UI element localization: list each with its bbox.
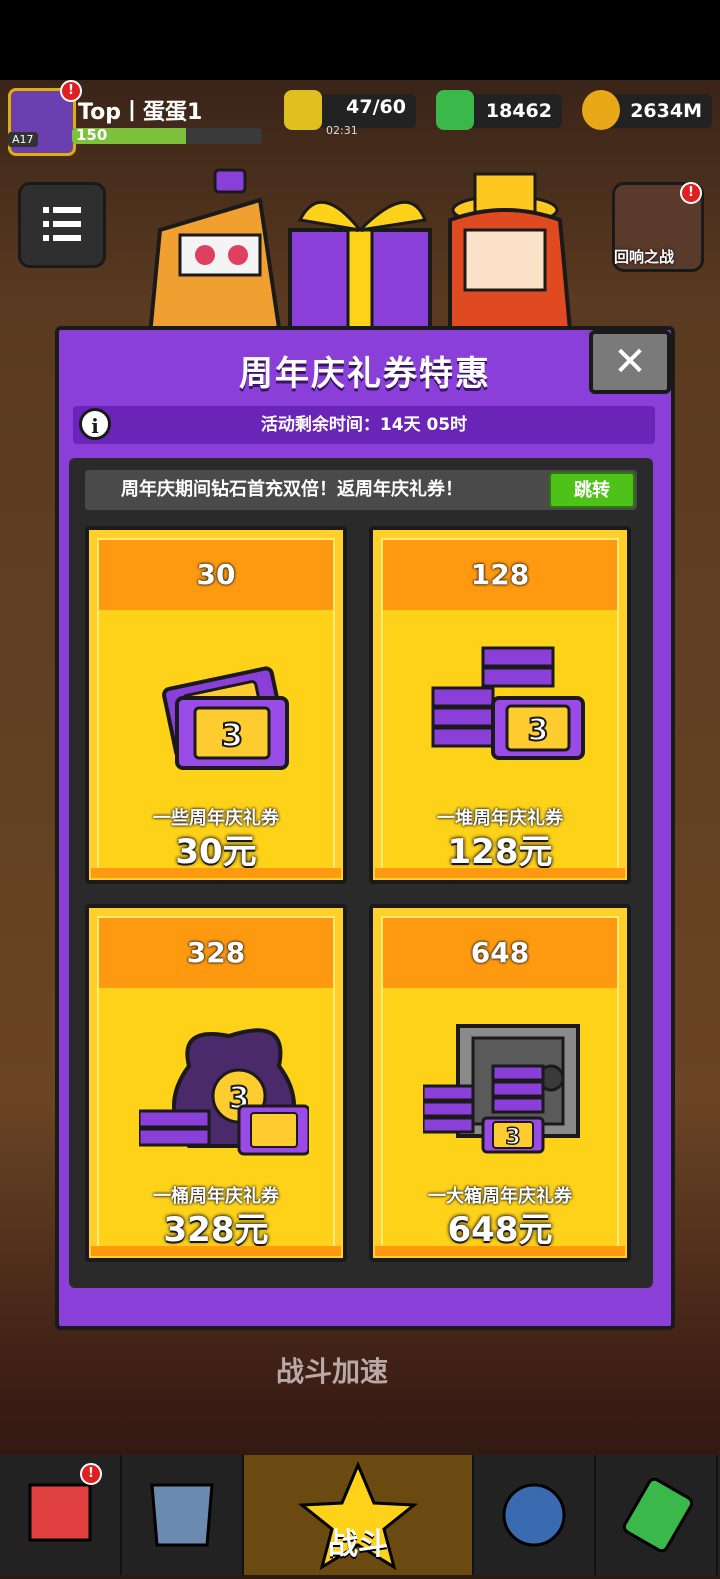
evolve-icon <box>622 1477 694 1553</box>
planet-icon <box>502 1483 566 1547</box>
gem-counter[interactable]: 18462 <box>436 90 562 130</box>
promo-banner: 周年庆期间钻石首充双倍！返周年庆礼券！ 跳转 <box>85 470 637 510</box>
svg-text:3: 3 <box>528 713 549 748</box>
nav-battle-label: 战斗 <box>328 1527 388 1562</box>
shop-icon <box>28 1483 92 1542</box>
card-price: 30元 <box>175 832 257 872</box>
jump-button[interactable]: 跳转 <box>549 472 635 508</box>
top-hud: A17 ! Top丨蛋蛋1 150 47/60 02:31 18462 2634… <box>0 80 720 156</box>
player-level-badge: A17 <box>8 132 38 147</box>
energy-value: 47/60 <box>346 96 406 118</box>
card-price: 648元 <box>447 1210 553 1250</box>
menu-list-icon <box>43 207 81 241</box>
card-amount: 328 <box>99 918 333 988</box>
coupon-offer-dialog: 周年庆礼券特惠 ✕ i 活动剩余时间：14天 05时 周年庆期间钻石首充双倍！返… <box>55 326 675 1330</box>
event-characters-art <box>147 168 573 335</box>
gold-coin-icon <box>582 90 620 130</box>
battle-speed-label[interactable]: 战斗加速 <box>276 1350 388 1390</box>
echo-battle-alert-badge: ! <box>680 182 702 204</box>
player-name: Top丨蛋蛋1 <box>78 100 203 125</box>
shop-alert-badge: ! <box>80 1463 102 1485</box>
card-price: 328元 <box>163 1210 269 1250</box>
event-time-remaining: 活动剩余时间：14天 05时 <box>260 415 468 435</box>
svg-text:3: 3 <box>505 1125 520 1150</box>
close-icon: ✕ <box>613 339 647 385</box>
offer-card-648[interactable]: 648 3 一大箱周年庆礼券 648元 <box>369 904 631 1262</box>
coupon-few-icon: 3 <box>162 666 289 770</box>
energy-icon <box>284 90 322 130</box>
gem-icon <box>436 90 474 130</box>
nav-battle-tab[interactable]: 战斗 <box>244 1455 474 1575</box>
nav-evolve-tab[interactable] <box>596 1455 718 1575</box>
promo-text: 周年庆期间钻石首充双倍！返周年庆礼券！ <box>121 479 463 500</box>
close-button[interactable]: ✕ <box>589 330 671 394</box>
card-amount: 128 <box>383 540 617 610</box>
energy-timer: 02:31 <box>326 124 358 137</box>
offer-card-30[interactable]: 30 3 一些周年庆礼券 30元 <box>85 526 347 884</box>
offer-card-128[interactable]: 128 3 一堆周年庆礼券 128元 <box>369 526 631 884</box>
gold-counter[interactable]: 2634M <box>582 90 712 130</box>
svg-text:3: 3 <box>221 716 243 754</box>
energy-counter[interactable]: 47/60 <box>284 90 416 130</box>
nav-talent-tab[interactable] <box>474 1455 596 1575</box>
bottom-nav: ! 战斗 <box>0 1455 720 1575</box>
coupon-safe-icon: 3 <box>423 1024 580 1154</box>
gem-value: 18462 <box>485 100 552 122</box>
echo-battle-label: 回响之战 <box>614 248 675 266</box>
nav-shop-tab[interactable] <box>0 1455 122 1575</box>
menu-button[interactable] <box>18 182 106 268</box>
card-amount: 30 <box>99 540 333 610</box>
coupon-pile-icon: 3 <box>431 646 585 760</box>
xp-value: 150 <box>76 126 108 144</box>
offers-panel: 周年庆期间钻石首充双倍！返周年庆礼券！ 跳转 30 3 一些周年庆礼券 30元 <box>69 458 653 1288</box>
dialog-title: 周年庆礼券特惠 <box>239 354 491 394</box>
nav-equipment-tab[interactable] <box>122 1455 244 1575</box>
card-price: 128元 <box>447 832 553 872</box>
event-timer-bar: i 活动剩余时间：14天 05时 <box>73 406 655 444</box>
offer-card-328[interactable]: 328 3 一桶周年庆礼券 328元 <box>85 904 347 1262</box>
gold-value: 2634M <box>630 100 702 122</box>
card-amount: 648 <box>383 918 617 988</box>
coupon-bag-icon: 3 <box>139 1028 309 1156</box>
armor-icon <box>150 1483 214 1547</box>
